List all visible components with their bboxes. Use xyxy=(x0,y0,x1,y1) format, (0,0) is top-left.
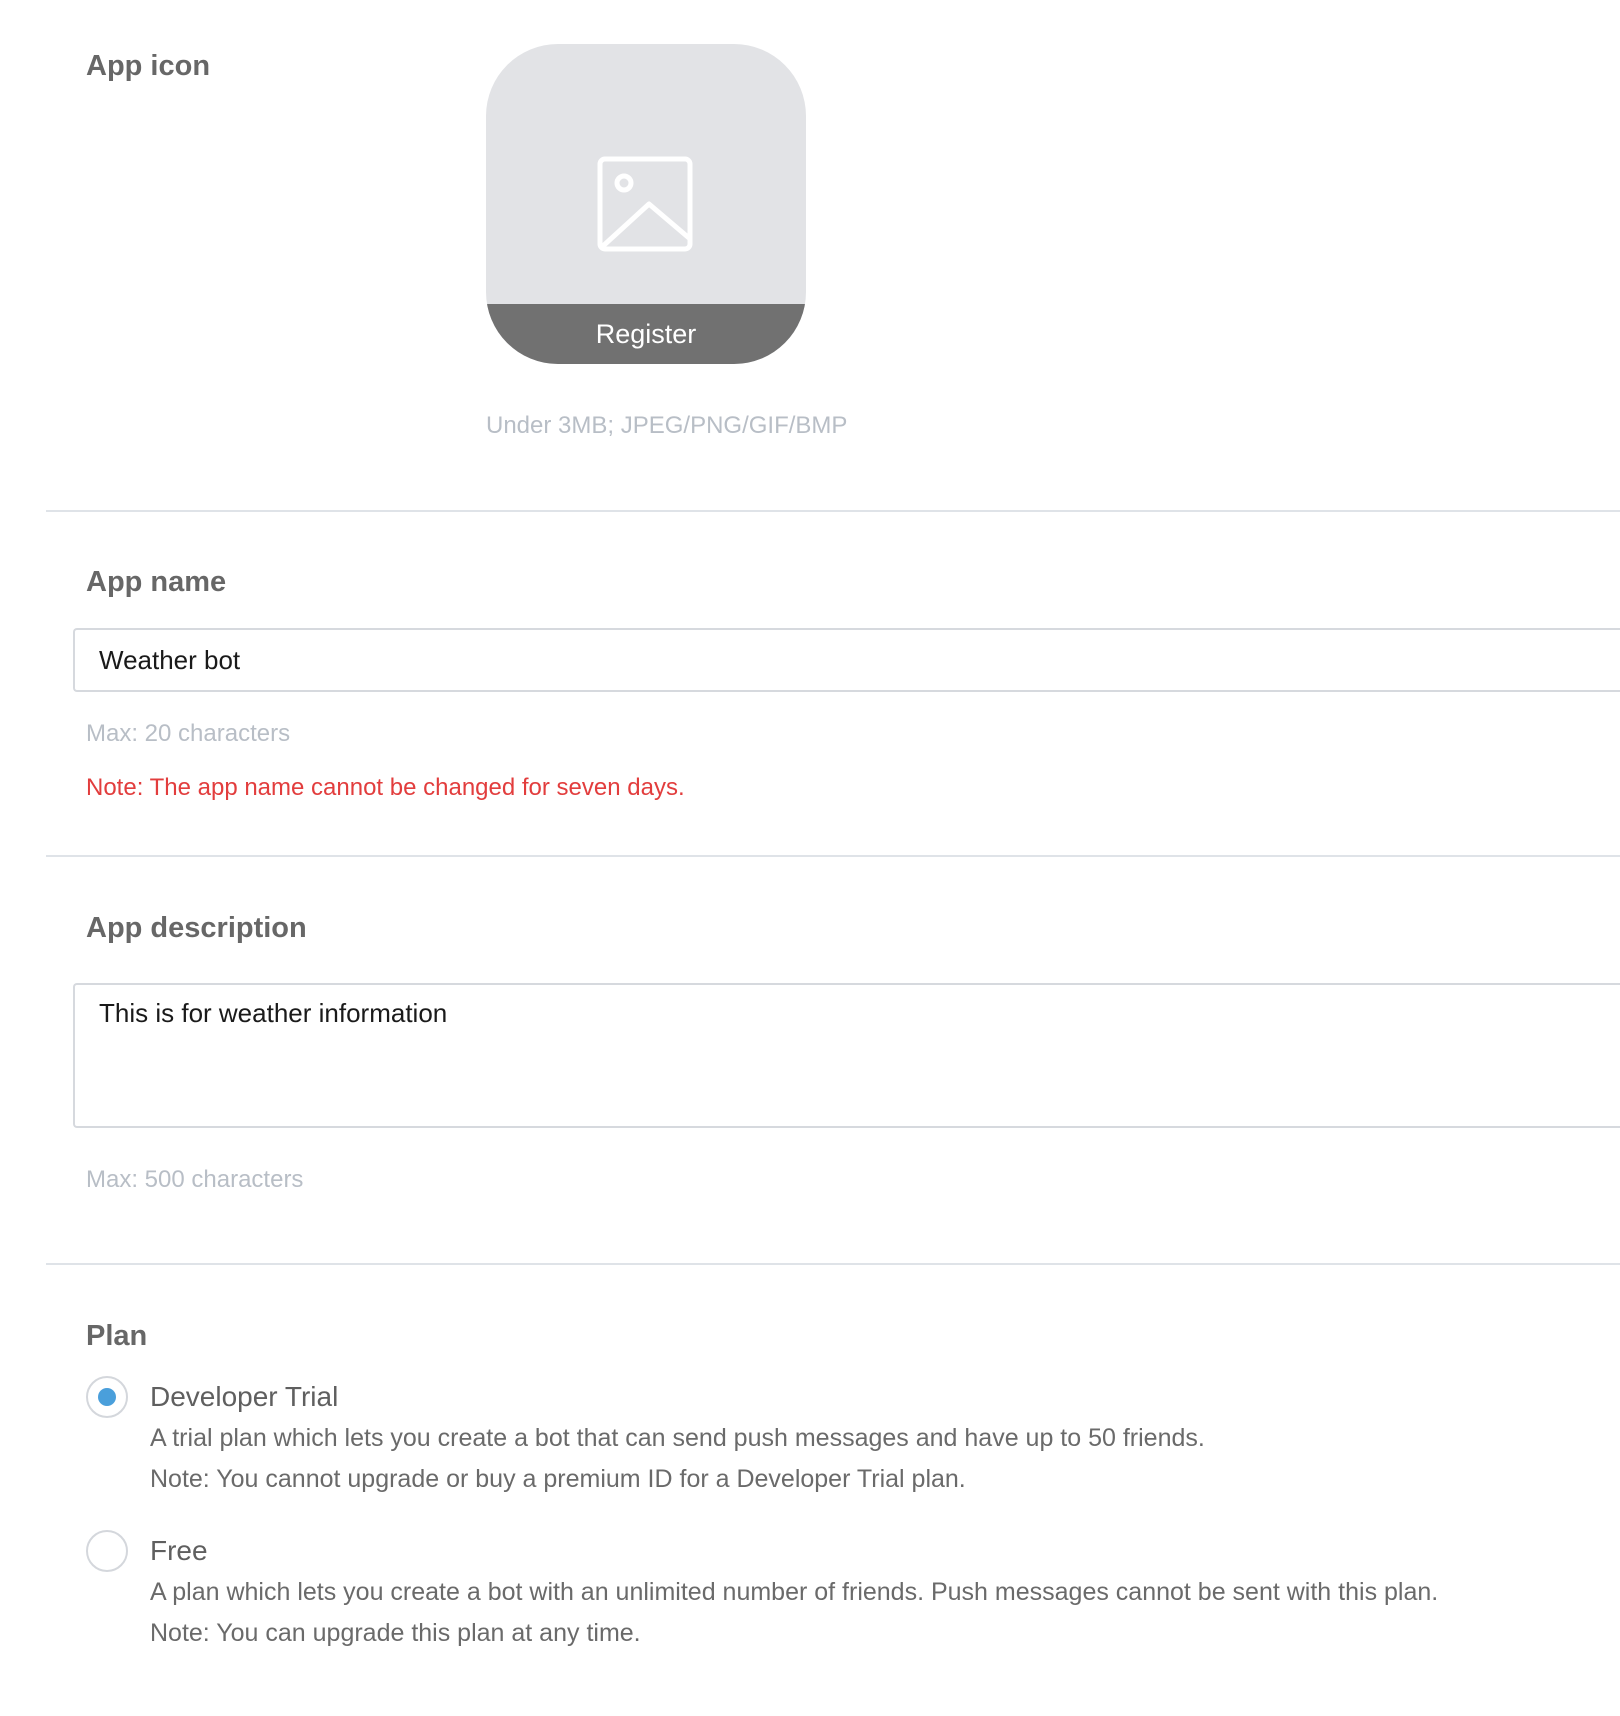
app-name-hint: Max: 20 characters xyxy=(86,720,291,747)
app-name-input[interactable] xyxy=(73,628,1620,692)
free-radio[interactable] xyxy=(86,1530,128,1572)
app-icon-title: App icon xyxy=(86,50,211,82)
radio-selected-dot xyxy=(98,1388,116,1406)
app-icon-hint: Under 3MB; JPEG/PNG/GIF/BMP xyxy=(486,412,848,439)
app-description-title: App description xyxy=(86,912,307,944)
app-icon-uploader[interactable]: Register xyxy=(486,44,806,364)
section-divider xyxy=(46,1263,1620,1265)
section-divider xyxy=(46,510,1620,512)
plan-option-free[interactable]: Free A plan which lets you create a bot … xyxy=(86,1530,1606,1660)
section-divider xyxy=(46,855,1620,857)
app-description-hint: Max: 500 characters xyxy=(86,1166,304,1193)
plan-option-developer-trial[interactable]: Developer Trial A trial plan which lets … xyxy=(86,1376,1606,1506)
plan-note: Note: You cannot upgrade or buy a premiu… xyxy=(150,1465,966,1493)
developer-trial-radio[interactable] xyxy=(86,1376,128,1418)
app-description-textarea[interactable]: This is for weather information xyxy=(73,983,1620,1128)
app-name-title: App name xyxy=(86,566,227,598)
plan-description: A plan which lets you create a bot with … xyxy=(150,1578,1439,1606)
register-icon-button[interactable]: Register xyxy=(486,304,806,364)
plan-description: A trial plan which lets you create a bot… xyxy=(150,1424,1205,1452)
plan-name: Developer Trial xyxy=(150,1381,339,1412)
plan-note: Note: You can upgrade this plan at any t… xyxy=(150,1619,641,1647)
image-placeholder-icon xyxy=(597,156,693,252)
plan-name: Free xyxy=(150,1535,208,1566)
app-name-note: Note: The app name cannot be changed for… xyxy=(86,774,685,801)
plan-title: Plan xyxy=(86,1320,148,1352)
